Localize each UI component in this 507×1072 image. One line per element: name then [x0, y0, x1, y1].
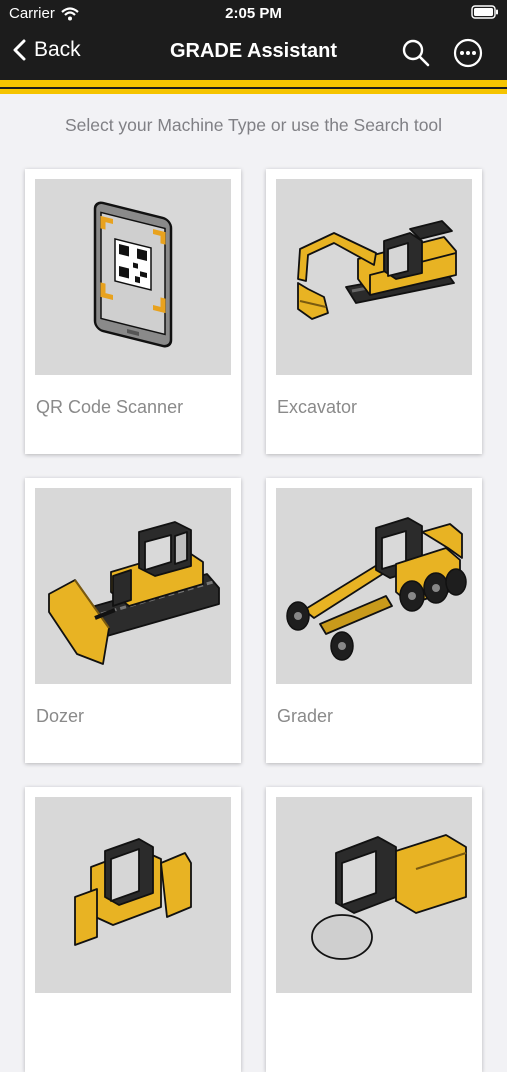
search-icon — [402, 39, 430, 67]
machine-label: QR Code Scanner — [36, 397, 184, 417]
machine-label: Excavator — [277, 397, 358, 417]
machine-label: Dozer — [36, 706, 85, 726]
more-options-icon — [453, 38, 483, 68]
machine-card-qr-code-scanner[interactable]: QR Code Scanner — [25, 169, 241, 454]
machine-card-compactor[interactable] — [266, 787, 482, 1072]
compact-track-loader-icon — [74, 838, 192, 946]
accent-stripe — [0, 80, 507, 94]
compactor-icon — [311, 834, 467, 960]
machine-thumbnail — [276, 179, 472, 375]
status-time: 2:05 PM — [225, 5, 282, 22]
grader-icon — [286, 517, 467, 661]
machine-thumbnail — [35, 797, 231, 993]
battery-icon — [471, 5, 498, 19]
instructions-text: Select your Machine Type or use the Sear… — [64, 115, 443, 135]
machine-card-excavator[interactable]: Excavator — [266, 169, 482, 454]
machine-thumbnail — [35, 488, 231, 684]
excavator-icon — [297, 220, 457, 320]
machine-card-dozer[interactable]: Dozer — [25, 478, 241, 763]
machine-card-compact-track-loader[interactable] — [25, 787, 241, 1072]
status-bar: Carrier 2:05 PM — [0, 0, 507, 28]
navigation-bar: Back GRADE Assistant — [0, 28, 507, 80]
machine-thumbnail — [35, 179, 231, 375]
machine-thumbnail — [276, 797, 472, 993]
machine-label: Grader — [277, 706, 334, 726]
more-options-button[interactable] — [452, 37, 484, 69]
machine-thumbnail — [276, 488, 472, 684]
dozer-icon — [48, 521, 220, 665]
qr-code-scanner-icon — [93, 201, 173, 348]
top-bar: Carrier 2:05 PM Back GRADE Assistant — [0, 0, 507, 80]
machine-card-grader[interactable]: Grader — [266, 478, 482, 763]
search-button[interactable] — [400, 37, 432, 69]
